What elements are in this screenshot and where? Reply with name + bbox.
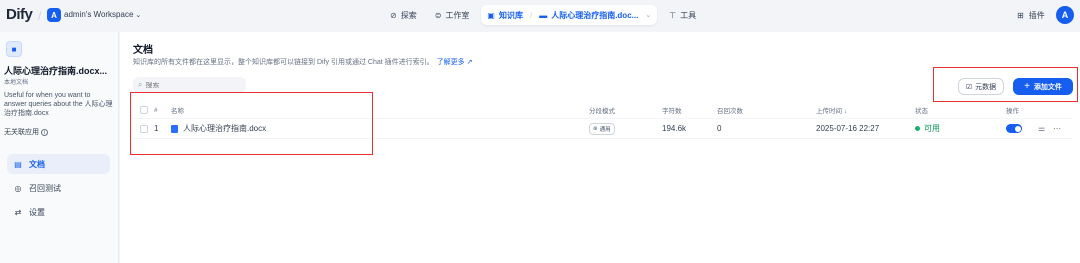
related-apps-label: 无关联应用 <box>4 129 39 136</box>
col-index: # <box>154 106 158 114</box>
col-mode: 分段模式 <box>589 108 615 115</box>
target-icon: ◎ <box>14 183 22 193</box>
main-panel: 文档 知识库的所有文件都在这里显示，整个知识库都可以链接到 Dify 引用或通过… <box>120 32 1080 263</box>
mode-icon: ⊛ <box>593 125 598 132</box>
plugin-icon: ⊞ <box>1017 11 1024 20</box>
kb-title: 人际心理治疗指南.docx... <box>4 66 108 76</box>
description-text: 知识库的所有文件都在这里显示，整个知识库都可以链接到 Dify 引用或通过 Ch… <box>133 59 434 66</box>
user-avatar[interactable]: A <box>1056 6 1074 24</box>
nav-explore[interactable]: ⊘ 探索 <box>384 5 423 25</box>
kb-description: Useful for when you want to answer queri… <box>4 92 113 117</box>
row-chars: 194.6k <box>662 124 687 133</box>
search-icon: ⌕ <box>138 80 143 89</box>
row-uploaded: 2025-07-16 22:27 <box>816 124 880 133</box>
nav-studio-label: 工作室 <box>445 10 470 20</box>
metadata-button[interactable]: ☑ 元数据 <box>958 78 1004 95</box>
select-all-checkbox[interactable] <box>140 102 148 118</box>
row-name-text: 人际心理治疗指南.docx <box>183 124 267 133</box>
divider: / <box>38 9 42 23</box>
col-recall: 召回次数 <box>717 108 743 115</box>
table-header: # 名称 分段模式 字符数 召回次数 上传时间 ↓ 状态 操作 <box>133 102 1073 119</box>
document-icon: ▤ <box>14 159 22 169</box>
nav-studio[interactable]: ⊜ 工作室 <box>429 5 476 25</box>
workspace-switcher[interactable]: admin's Workspace ⌄ <box>64 10 141 19</box>
search-box[interactable]: ⌕ <box>133 77 246 93</box>
docx-file-icon <box>171 124 178 133</box>
current-kb-selector[interactable]: 人际心理治疗指南.doc... <box>551 10 638 21</box>
plus-icon: + <box>1024 81 1030 92</box>
chevron-down-icon[interactable]: ⌄ <box>645 11 651 19</box>
mode-label: 通用 <box>599 126 611 133</box>
book-icon: ▣ <box>487 10 495 20</box>
nav-explore-label: 探索 <box>400 10 417 20</box>
sidebar-item-recall-test[interactable]: ◎ 召回测试 <box>7 178 110 198</box>
row-checkbox[interactable] <box>140 119 148 138</box>
plugins-button[interactable]: ⊞ 插件 <box>1017 10 1045 21</box>
sidebar-item-label: 召回测试 <box>29 183 61 193</box>
table-row[interactable]: 1 人际心理治疗指南.docx ⊛ 通用 194.6k 0 2025-07-16… <box>133 119 1073 139</box>
enable-toggle[interactable] <box>1006 119 1022 138</box>
col-actions: 操作 <box>1006 108 1019 115</box>
sidebar-item-label: 文档 <box>29 159 45 169</box>
dataset-sidebar: ■ 人际心理治疗指南.docx... 本地文档 Useful for when … <box>0 32 119 263</box>
plugins-label: 插件 <box>1028 11 1045 20</box>
nav-tools-label: 工具 <box>680 10 697 20</box>
folder-icon: ■ <box>6 41 22 57</box>
row-index: 1 <box>154 124 159 133</box>
add-file-button-label: 添加文件 <box>1033 83 1062 91</box>
robot-icon: ⊜ <box>434 10 442 20</box>
search-input[interactable] <box>145 81 236 89</box>
mode-badge: ⊛ 通用 <box>589 122 615 135</box>
folder-icon: ▬ <box>539 10 548 20</box>
hammer-icon: ⊤ <box>669 10 677 20</box>
learn-more-label: 了解更多 <box>436 59 465 66</box>
nav-knowledge[interactable]: ▣ 知识库 / ▬ 人际心理治疗指南.doc... ⌄ <box>481 5 658 25</box>
metadata-icon: ☑ <box>965 83 973 91</box>
dify-logo[interactable]: Dify <box>6 6 33 23</box>
nav-knowledge-label: 知识库 <box>498 10 523 20</box>
compass-icon: ⊘ <box>390 10 397 20</box>
more-icon[interactable]: ⋯ <box>1053 119 1061 138</box>
divider: / <box>529 10 533 20</box>
info-icon[interactable]: i <box>41 129 48 136</box>
settings-sliders-icon[interactable]: ⚌ <box>1038 119 1045 138</box>
settings-icon: ⇄ <box>14 207 22 217</box>
col-uploaded[interactable]: 上传时间 ↓ <box>816 102 847 118</box>
main-nav: ⊘ 探索 ⊜ 工作室 ▣ 知识库 / ▬ 人际心理治疗指南.doc... ⌄ ⊤… <box>384 5 702 25</box>
row-recall: 0 <box>717 124 722 133</box>
metadata-button-label: 元数据 <box>975 83 997 91</box>
sidebar-item-settings[interactable]: ⇄ 设置 <box>7 202 110 222</box>
page-title: 文档 <box>133 45 153 56</box>
col-name: 名称 <box>171 108 184 115</box>
kb-subtitle: 本地文档 <box>4 80 29 86</box>
chevron-down-icon: ⌄ <box>135 12 142 19</box>
col-status: 状态 <box>915 108 928 115</box>
nav-tools[interactable]: ⊤ 工具 <box>663 5 702 25</box>
row-mode: ⊛ 通用 <box>589 119 615 138</box>
workspace-avatar[interactable]: A <box>47 8 61 22</box>
sidebar-item-label: 设置 <box>29 207 45 217</box>
sidebar-menu: ▤ 文档 ◎ 召回测试 ⇄ 设置 <box>7 154 110 226</box>
workspace-name: admin's Workspace <box>64 10 134 19</box>
status-label: 可用 <box>924 124 940 133</box>
row-status: 可用 <box>915 119 940 138</box>
row-name[interactable]: 人际心理治疗指南.docx <box>171 119 266 138</box>
add-file-button[interactable]: + 添加文件 <box>1013 78 1073 95</box>
col-chars: 字符数 <box>662 108 682 115</box>
page-description: 知识库的所有文件都在这里显示，整个知识库都可以链接到 Dify 引用或通过 Ch… <box>133 57 472 67</box>
learn-more-link[interactable]: 了解更多 ↗ <box>437 59 473 66</box>
top-bar: Dify / A admin's Workspace ⌄ ⊘ 探索 ⊜ 工作室 ▣… <box>0 0 1080 32</box>
sidebar-item-documents[interactable]: ▤ 文档 <box>7 154 110 174</box>
documents-table: # 名称 分段模式 字符数 召回次数 上传时间 ↓ 状态 操作 1 人际心理治疗… <box>133 102 1073 139</box>
related-apps[interactable]: 无关联应用 i <box>4 127 48 137</box>
status-dot <box>915 126 920 131</box>
